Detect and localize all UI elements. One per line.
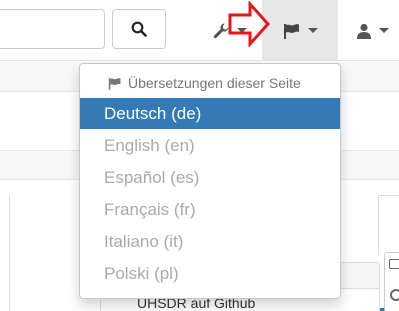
user-menu[interactable] (345, 0, 399, 61)
user-icon (356, 23, 371, 39)
annotation-arrow (228, 1, 270, 47)
wrench-icon (213, 23, 228, 38)
dropdown-header-label: Übersetzungen dieser Seite (128, 75, 301, 91)
language-item-en[interactable]: English (en) (80, 130, 340, 161)
flag-icon (108, 77, 121, 90)
language-item-es[interactable]: Español (es) (80, 162, 340, 193)
dropdown-header: Übersetzungen dieser Seite (108, 75, 301, 91)
right-panel (378, 195, 399, 255)
refresh-icon[interactable] (390, 289, 399, 301)
language-menu-toggle[interactable] (262, 0, 338, 61)
chevron-down-icon (307, 28, 318, 33)
language-item-it[interactable]: Italiano (it) (80, 226, 340, 257)
side-toolbar (384, 252, 399, 311)
search-input[interactable] (0, 9, 105, 49)
language-item-pl[interactable]: Polski (pl) (80, 258, 340, 289)
search-icon (131, 21, 147, 37)
edit-icon[interactable] (389, 259, 399, 269)
chevron-down-icon (378, 28, 389, 33)
language-dropdown: Übersetzungen dieser Seite Deutsch (de) … (79, 63, 341, 299)
language-item-de[interactable]: Deutsch (de) (80, 98, 340, 129)
top-navbar (0, 0, 399, 61)
search-button[interactable] (112, 9, 166, 49)
left-panel (0, 195, 10, 311)
flag-icon (283, 23, 299, 39)
language-item-fr[interactable]: Français (fr) (80, 194, 340, 225)
